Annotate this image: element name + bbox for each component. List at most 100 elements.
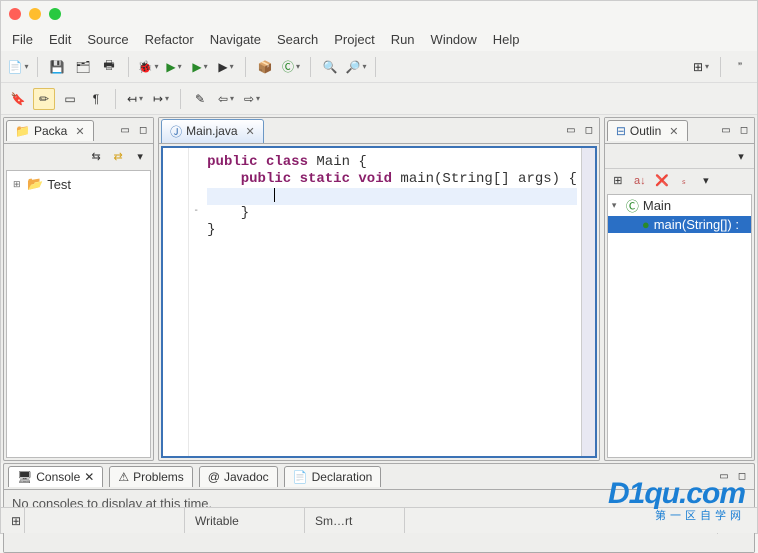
tab-javadoc[interactable]: @Javadoc [199, 466, 278, 487]
debug-button[interactable]: 🐞 [137, 56, 159, 78]
toggle-breadcrumb-button[interactable]: 🔖 [7, 88, 29, 110]
sort-button[interactable]: ⊞ [609, 172, 627, 190]
tree-item-project[interactable]: ⊞ 📂 Test [11, 175, 146, 193]
save-button[interactable]: 💾 [46, 56, 68, 78]
console-icon: 🖥 [17, 470, 32, 484]
outline-item[interactable]: ● main(String[]) : [608, 216, 751, 233]
view-menu-button[interactable]: ▾ [732, 147, 750, 165]
window-close-button[interactable] [9, 8, 21, 20]
class-icon: Ⓒ [626, 196, 639, 215]
close-icon[interactable]: ✕ [75, 125, 84, 138]
tab-declaration[interactable]: 📄Declaration [284, 466, 382, 487]
new-button[interactable]: 📄 [7, 56, 29, 78]
main-toolbar-2: 🔖 ✏ ▭ ¶ ↤ ↦ ✎ ⇦ ⇨ [1, 83, 757, 115]
last-edit-button[interactable]: ✎ [189, 88, 211, 110]
package-icon: 📁 [15, 124, 30, 138]
perspective-button[interactable]: ⊞ [690, 56, 712, 78]
toggle-mark-button[interactable]: ✏ [33, 88, 55, 110]
run-button[interactable]: ▶ [163, 56, 185, 78]
project-icon: 📂 [27, 176, 43, 192]
tab-problems[interactable]: ⚠ Problems [109, 466, 192, 487]
close-icon[interactable]: ✕ [246, 125, 255, 138]
minimize-bottom-button[interactable]: ▭ [716, 469, 732, 485]
tab-label: Javadoc [224, 470, 269, 484]
menu-project[interactable]: Project [327, 30, 381, 49]
hide-fields-button[interactable]: ❌ [653, 172, 671, 190]
outline-tree[interactable]: ▾Ⓒ Main● main(String[]) : [607, 194, 752, 458]
open-type-button[interactable]: 🔍 [319, 56, 341, 78]
search-button[interactable]: 🔎 [345, 56, 367, 78]
block-select-button[interactable]: ▭ [59, 88, 81, 110]
annotation-next-button[interactable]: ↦ [150, 88, 172, 110]
window-minimize-button[interactable] [29, 8, 41, 20]
forward-button[interactable]: ⇨ [241, 88, 263, 110]
menu-search[interactable]: Search [270, 30, 325, 49]
collapse-all-button[interactable]: ⇆ [87, 147, 105, 165]
new-package-button[interactable]: 📦 [254, 56, 276, 78]
expand-icon[interactable]: ⊞ [13, 179, 23, 190]
outline-item[interactable]: ▾Ⓒ Main [608, 195, 751, 216]
new-class-button[interactable]: Ⓒ [280, 56, 302, 78]
minimize-editor-button[interactable]: ▭ [563, 123, 579, 139]
status-writable: Writable [185, 508, 305, 533]
editor-area: Ⓙ Main.java ✕ ▭ ◻ - public class Main { … [156, 115, 602, 463]
menu-file[interactable]: File [5, 30, 40, 49]
fold-column[interactable]: - [189, 148, 203, 456]
tab-label: Console [36, 470, 80, 484]
print-button[interactable]: 🖶 [98, 56, 120, 78]
back-button[interactable]: ⇦ [215, 88, 237, 110]
minimize-view-button[interactable]: ▭ [117, 123, 133, 139]
status-cell-1 [25, 508, 185, 533]
editor-gutter [163, 148, 189, 456]
main-area: 📁 Packa ✕ ▭ ◻ ⇆ ⇄ ▾ ⊞ 📂 Test [1, 115, 757, 463]
project-label: Test [47, 177, 71, 192]
window-maximize-button[interactable] [49, 8, 61, 20]
save-all-button[interactable]: 🗂 [72, 56, 94, 78]
outline-tab[interactable]: ⊟ Outlin ✕ [607, 120, 688, 141]
close-icon[interactable]: ✕ [84, 470, 94, 484]
minimize-view-button[interactable]: ▭ [718, 123, 734, 139]
problems-icon: ⚠ [118, 470, 129, 484]
menu-edit[interactable]: Edit [42, 30, 78, 49]
package-explorer-tab[interactable]: 📁 Packa ✕ [6, 120, 94, 141]
java-file-icon: Ⓙ [170, 123, 182, 140]
maximize-bottom-button[interactable]: ◻ [734, 469, 750, 485]
maximize-view-button[interactable]: ◻ [135, 123, 151, 139]
menu-run[interactable]: Run [384, 30, 422, 49]
editor-tab-label: Main.java [186, 124, 237, 138]
maximize-editor-button[interactable]: ◻ [581, 123, 597, 139]
maximize-view-button[interactable]: ◻ [736, 123, 752, 139]
code-editor[interactable]: - public class Main { public static void… [161, 146, 597, 458]
show-whitespace-button[interactable]: ¶ [85, 88, 107, 110]
coverage-button[interactable]: ▶ [189, 56, 211, 78]
menu-bar [71, 3, 757, 27]
bottom-tabs: 🖥 Console ✕ ⚠ Problems @Javadoc 📄Declaration ▭… [4, 464, 754, 490]
package-explorer-tree[interactable]: ⊞ 📂 Test [6, 170, 151, 458]
menu-source[interactable]: Source [80, 30, 135, 49]
menu-refactor[interactable]: Refactor [138, 30, 201, 49]
status-perspective[interactable]: ⊞ [1, 508, 25, 533]
overflow-button[interactable]: ” [729, 56, 751, 78]
close-icon[interactable]: ✕ [669, 125, 678, 138]
menu-window[interactable]: Window [424, 30, 484, 49]
tab-console[interactable]: 🖥 Console ✕ [8, 466, 103, 487]
code-content[interactable]: public class Main { public static void m… [203, 148, 581, 456]
menu-help[interactable]: Help [486, 30, 527, 49]
menu-navigate[interactable]: Navigate [203, 30, 268, 49]
package-explorer-title: Packa [34, 124, 67, 138]
status-insert: Sm…rt [305, 508, 405, 533]
view-menu-2-button[interactable]: ▾ [697, 172, 715, 190]
main-toolbar-1: 📄 💾 🗂 🖶 🐞 ▶ ▶ ▶ 📦 Ⓒ 🔍 🔎 ⊞ ” [1, 51, 757, 83]
outline-label: Main [643, 198, 671, 213]
tab-label: Problems [133, 470, 184, 484]
hide-static-button[interactable]: ₛ [675, 172, 693, 190]
editor-tab[interactable]: Ⓙ Main.java ✕ [161, 119, 264, 143]
tab-label: Declaration [312, 470, 373, 484]
overview-ruler[interactable] [581, 148, 595, 456]
sort-az-button[interactable]: a↓ [631, 172, 649, 190]
external-tools-button[interactable]: ▶ [215, 56, 237, 78]
view-menu-button[interactable]: ▾ [131, 147, 149, 165]
link-editor-button[interactable]: ⇄ [109, 147, 127, 165]
outline-title: Outlin [630, 124, 661, 138]
annotation-prev-button[interactable]: ↤ [124, 88, 146, 110]
